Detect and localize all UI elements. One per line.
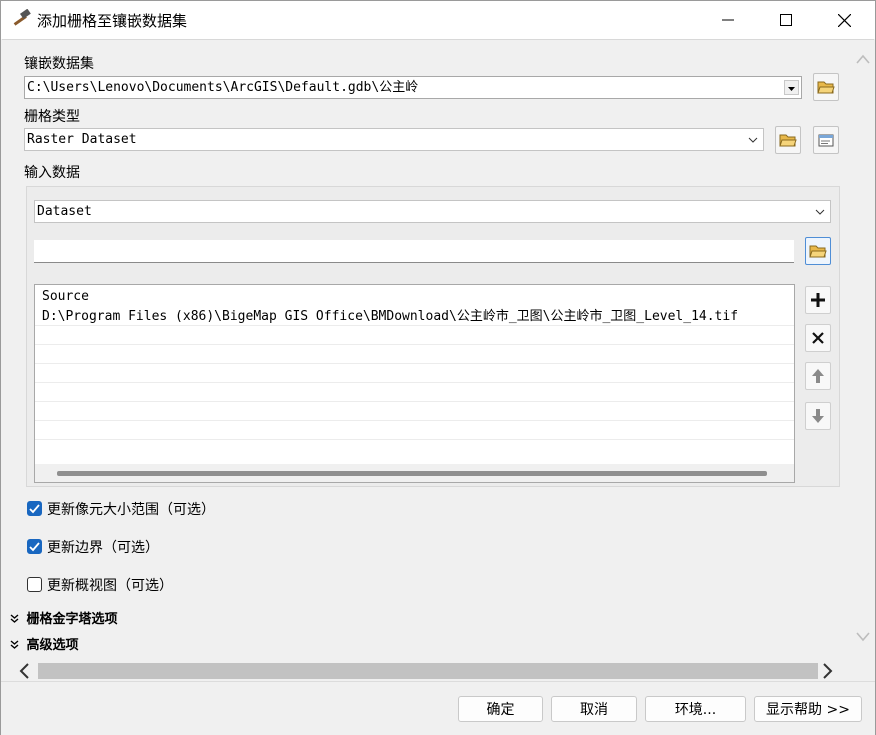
mosaic-dataset-label: 镶嵌数据集 — [24, 56, 94, 72]
mosaic-dataset-input[interactable]: C:\Users\Lenovo\Documents\ArcGIS\Default… — [24, 76, 802, 99]
list-scroll-thumb[interactable] — [57, 471, 767, 476]
minimize-icon — [722, 19, 734, 21]
double-chevron-down-icon — [10, 614, 22, 626]
environments-button[interactable]: 环境... — [645, 696, 746, 722]
plus-icon — [811, 293, 825, 307]
close-icon — [837, 13, 851, 27]
update-overviews-label: 更新概视图（可选） — [47, 578, 173, 594]
dialog-footer: 确定 取消 环境... 显示帮助 >> — [1, 681, 875, 735]
input-path-field[interactable] — [34, 240, 794, 263]
ok-button[interactable]: 确定 — [458, 696, 543, 722]
move-down-button[interactable] — [805, 402, 831, 430]
title-bar: 添加栅格至镶嵌数据集 — [1, 1, 875, 39]
chevron-up-icon[interactable] — [856, 54, 870, 64]
maximize-button[interactable] — [757, 1, 815, 39]
double-chevron-down-icon — [10, 640, 22, 652]
source-list[interactable]: Source D:\Program Files (x86)\BigeMap GI… — [34, 284, 795, 483]
list-item[interactable]: D:\Program Files (x86)\BigeMap GIS Offic… — [35, 307, 794, 326]
properties-icon — [818, 134, 834, 147]
folder-open-icon — [817, 81, 835, 94]
window-title: 添加栅格至镶嵌数据集 — [37, 12, 188, 30]
list-item[interactable] — [35, 326, 794, 345]
close-button[interactable] — [815, 1, 873, 39]
checkmark-icon — [29, 542, 40, 552]
input-data-label: 输入数据 — [24, 165, 80, 181]
raster-type-label: 栅格类型 — [24, 109, 80, 125]
delete-x-icon — [812, 332, 824, 344]
chevron-left-icon[interactable] — [18, 663, 30, 679]
dialog-content: 镶嵌数据集 C:\Users\Lenovo\Documents\ArcGIS\D… — [2, 39, 874, 682]
folder-open-icon — [809, 245, 827, 258]
scroll-viewport: 镶嵌数据集 C:\Users\Lenovo\Documents\ArcGIS\D… — [2, 40, 852, 660]
mosaic-dropdown-button[interactable] — [784, 80, 799, 95]
arrow-down-icon — [812, 409, 824, 423]
section-advanced-label: 高级选项 — [26, 638, 79, 653]
list-item[interactable] — [35, 421, 794, 440]
chevron-down-icon — [815, 209, 825, 215]
horizontal-scrollbar[interactable] — [2, 660, 852, 682]
horizontal-scroll-thumb[interactable] — [38, 663, 818, 679]
list-item[interactable] — [35, 402, 794, 421]
list-header: Source — [42, 289, 89, 304]
remove-button[interactable] — [805, 324, 831, 352]
update-cellsize-label: 更新像元大小范围（可选） — [47, 502, 215, 518]
update-cellsize-checkbox[interactable] — [27, 501, 42, 516]
raster-type-properties-button[interactable] — [813, 126, 839, 154]
dialog-window: 添加栅格至镶嵌数据集 镶嵌数据集 C:\Users\Lenovo\Documen… — [0, 0, 876, 735]
chevron-down-icon[interactable] — [856, 632, 870, 642]
checkmark-icon — [29, 504, 40, 514]
browse-input-button[interactable] — [805, 237, 831, 265]
add-button[interactable] — [805, 286, 831, 314]
update-boundary-checkbox[interactable] — [27, 539, 42, 554]
update-overviews-checkbox[interactable] — [27, 577, 42, 592]
cancel-button[interactable]: 取消 — [551, 696, 637, 722]
list-item[interactable] — [35, 364, 794, 383]
input-type-value: Dataset — [37, 204, 92, 219]
list-item[interactable] — [35, 383, 794, 402]
list-horizontal-scrollbar[interactable] — [35, 464, 794, 482]
vertical-scrollbar[interactable] — [852, 40, 874, 660]
hammer-icon — [13, 9, 31, 26]
input-type-select[interactable]: Dataset — [34, 200, 831, 223]
move-up-button[interactable] — [805, 362, 831, 390]
browse-mosaic-button[interactable] — [813, 73, 839, 101]
minimize-button[interactable] — [699, 1, 757, 39]
folder-open-icon — [779, 134, 797, 147]
maximize-icon — [780, 14, 792, 26]
chevron-right-icon[interactable] — [822, 663, 834, 679]
section-pyramid-options[interactable]: 栅格金字塔选项 — [10, 608, 118, 627]
browse-raster-type-button[interactable] — [775, 126, 801, 154]
update-boundary-label: 更新边界（可选） — [47, 540, 159, 556]
list-item[interactable] — [35, 345, 794, 364]
raster-type-value: Raster Dataset — [27, 132, 137, 147]
chevron-down-icon — [748, 137, 758, 143]
section-advanced-options[interactable]: 高级选项 — [10, 634, 79, 653]
show-help-button[interactable]: 显示帮助 >> — [754, 696, 862, 722]
mosaic-dataset-value: C:\Users\Lenovo\Documents\ArcGIS\Default… — [27, 80, 419, 95]
section-pyramid-label: 栅格金字塔选项 — [26, 612, 118, 627]
chevron-down-icon — [788, 87, 795, 91]
raster-type-select[interactable]: Raster Dataset — [24, 128, 764, 151]
arrow-up-icon — [812, 369, 824, 383]
